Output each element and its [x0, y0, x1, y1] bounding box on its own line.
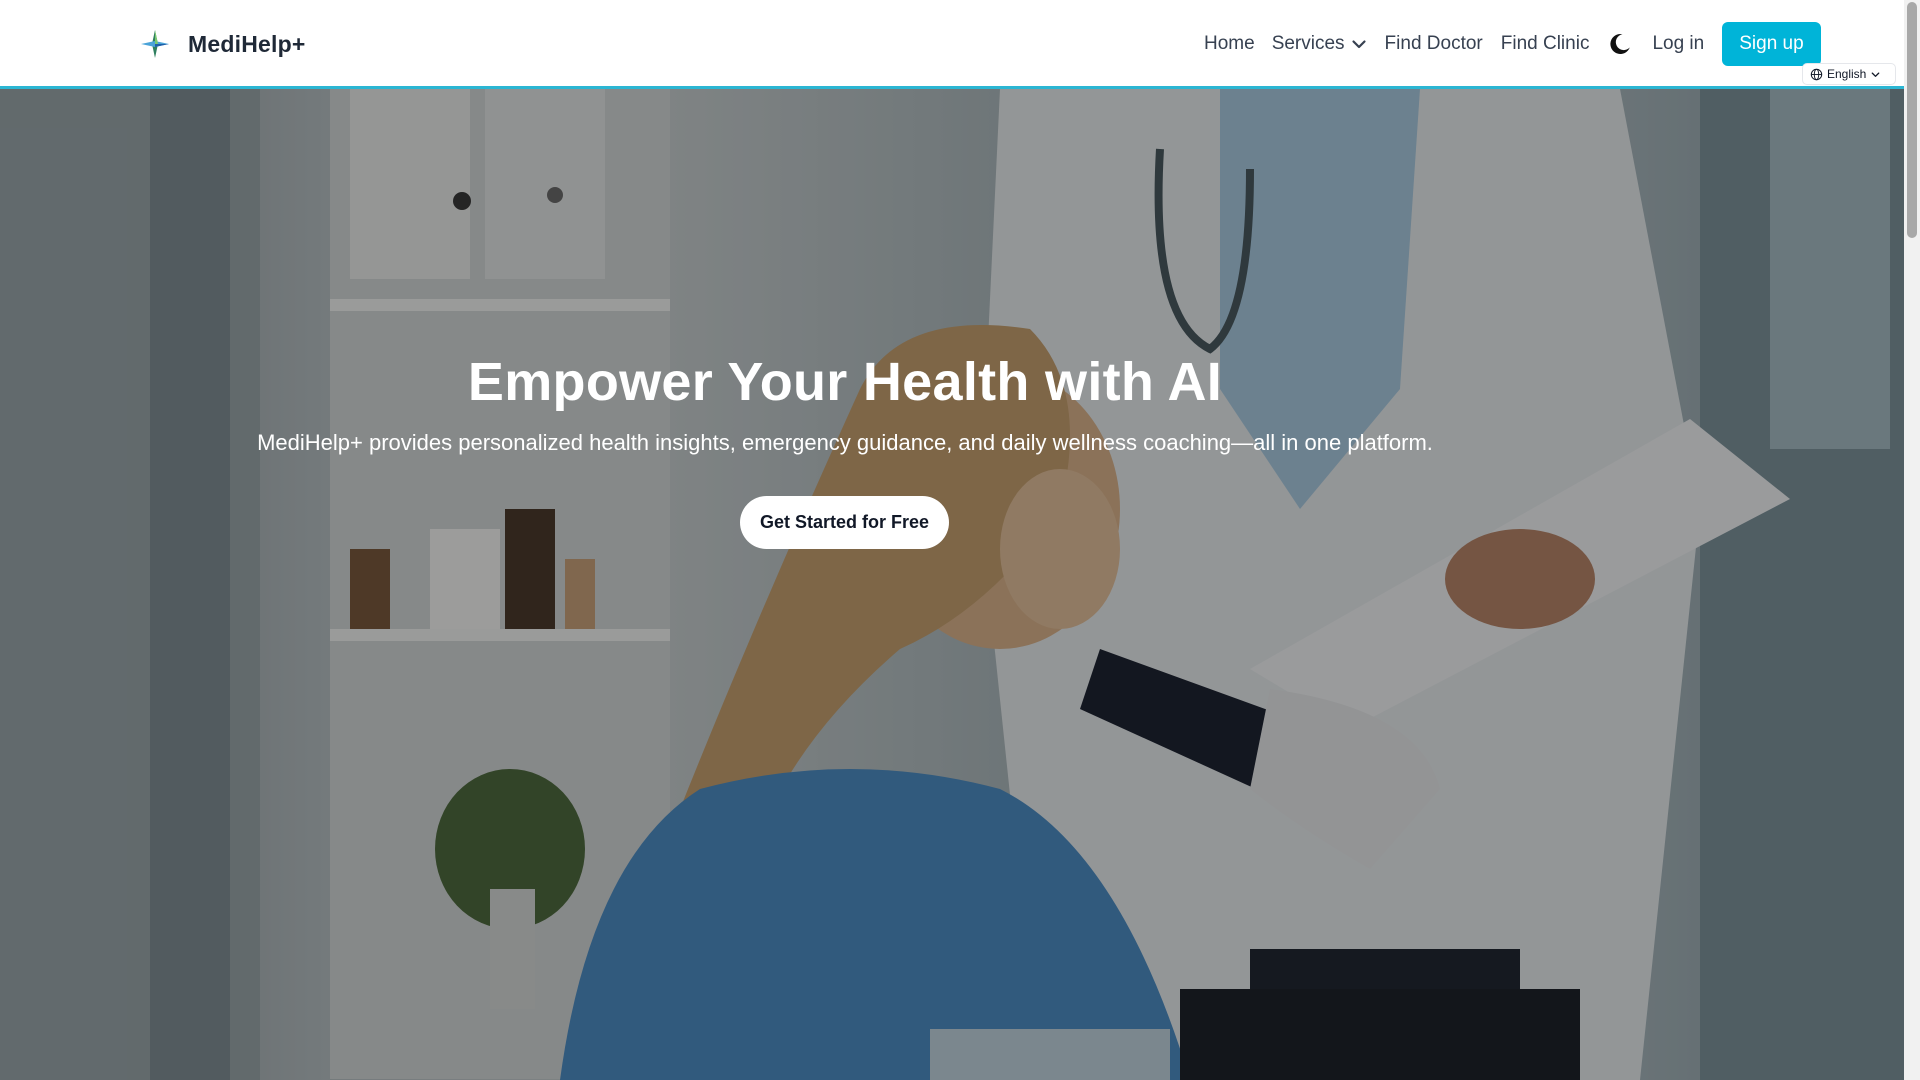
brand[interactable]: MediHelp+: [138, 24, 305, 64]
nav-services-dropdown[interactable]: Services: [1272, 33, 1367, 55]
site-header: MediHelp+ Home Services Find Doctor Find…: [0, 0, 1904, 89]
signup-button[interactable]: Sign up: [1722, 22, 1821, 66]
viewport: MediHelp+ Home Services Find Doctor Find…: [0, 0, 1904, 1080]
hero-title: Empower Your Health with AI: [467, 352, 1223, 412]
chevron-down-icon: [1872, 71, 1880, 77]
hero-content: Empower Your Health with AI MediHelp+ pr…: [0, 89, 1690, 1080]
nav-services-label: Services: [1271, 33, 1345, 54]
scrollbar-thumb[interactable]: [1907, 2, 1917, 238]
nav-find-doctor[interactable]: Find Doctor: [1385, 33, 1483, 55]
chevron-down-icon: [1351, 40, 1366, 49]
main-nav: Home Services Find Doctor Find Clinic Lo…: [1204, 21, 1821, 67]
language-label: English: [1827, 67, 1867, 81]
language-selector[interactable]: English: [1802, 63, 1896, 85]
medical-cross-logo-icon: [141, 30, 169, 58]
get-started-button[interactable]: Get Started for Free: [740, 496, 949, 549]
nav-find-clinic[interactable]: Find Clinic: [1501, 33, 1590, 55]
page-scrollbar[interactable]: [1904, 0, 1920, 1080]
login-link[interactable]: Log in: [1652, 33, 1704, 55]
brand-name: MediHelp+: [188, 30, 306, 57]
globe-icon: [1810, 68, 1823, 80]
hero-section: Empower Your Health with AI MediHelp+ pr…: [0, 89, 1904, 1080]
moon-icon[interactable]: [1607, 31, 1633, 57]
hero-subtitle: MediHelp+ provides personalized health i…: [257, 430, 1433, 455]
nav-home[interactable]: Home: [1204, 33, 1255, 55]
